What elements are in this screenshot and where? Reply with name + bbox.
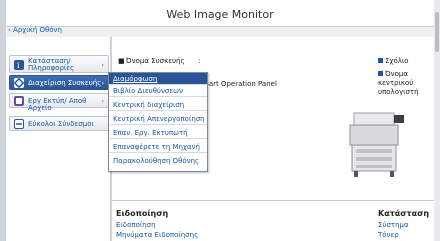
system-link[interactable]: Σύστημα [378, 221, 409, 229]
comment-label: Σχόλιο [385, 57, 409, 65]
app-title: Web Image Monitor [166, 8, 274, 21]
chevron-right-icon: › [101, 80, 104, 87]
sidebar-item-label: Διαχείριση Συσκευής [28, 79, 102, 87]
menu-item-reset-machine[interactable]: Επαναφέρετε τη Μηχανή [109, 141, 207, 153]
notification-title: Ειδοποίηση [116, 209, 169, 218]
menu-item-configuration[interactable]: Διαμόρφωση [109, 73, 207, 85]
device-management-icon [13, 77, 25, 89]
sidebar: i Κατάσταση/ Πληροφορίες › Διαχείριση Συ… [6, 37, 110, 241]
device-name-bullet: ■ [118, 57, 125, 65]
status-hostname: Όνομα κεντρικού υπολογιστή [378, 70, 432, 97]
smart-operation-panel-text: mart Operation Panel [202, 80, 277, 88]
notification-messages-link[interactable]: Μηνύματα Ειδοποίησης [116, 231, 198, 239]
browser-page: Web Image Monitor ‹ Αρχική Οθόνη i Κατάσ… [0, 0, 440, 241]
menu-item-central-power-off[interactable]: Κεντρική Απενεργοποίηση [109, 113, 207, 125]
hostname-label: Όνομα κεντρικού υπολογιστή [378, 70, 419, 96]
home-link[interactable]: ‹ Αρχική Οθόνη [8, 26, 62, 34]
status-comment: Σχόλιο [378, 57, 409, 65]
vertical-scrollbar[interactable] [434, 0, 440, 241]
sidebar-item-label: Κατάσταση/ Πληροφορίες [28, 57, 75, 72]
menu-item-screen-monitoring[interactable]: Παρακολούθηση Οθόνης [109, 155, 207, 167]
sidebar-item-device-management[interactable]: Διαχείριση Συσκευής › [9, 75, 109, 90]
bullet-icon [378, 58, 383, 63]
printer-image [349, 112, 404, 177]
sidebar-item-label: Εύκολοι Σύνδεσμοι [28, 120, 94, 128]
sidebar-item-label: Εργ Εκτύπ/ Αποθ Αρχείο [28, 97, 87, 112]
scrollbar-thumb[interactable] [435, 12, 439, 52]
notification-link[interactable]: Ειδοποίηση [116, 221, 156, 229]
links-icon [14, 119, 24, 129]
chevron-right-icon: › [101, 98, 104, 105]
sidebar-item-print-jobs[interactable]: Εργ Εκτύπ/ Αποθ Αρχείο › [9, 93, 109, 112]
menu-item-central-management[interactable]: Κεντρική διαχείριση [109, 99, 207, 111]
toner-link[interactable]: Τόνερ [378, 231, 399, 239]
menu-item-reset-printer-job[interactable]: Επαν. Εργ. Εκτυπωτή [109, 127, 207, 139]
section-divider [112, 200, 434, 201]
header-bar: Web Image Monitor [6, 0, 434, 26]
svg-text:i: i [17, 61, 20, 70]
print-job-icon [14, 96, 24, 106]
bullet-icon [378, 71, 383, 76]
info-icon: i [14, 60, 24, 70]
device-name-label: Όνομα Συσκευής [126, 57, 185, 65]
status-title: Κατάσταση [378, 209, 430, 218]
sidebar-item-easy-links[interactable]: Εύκολοι Σύνδεσμοι [9, 116, 109, 131]
device-management-dropdown: Διαμόρφωση Βιβλίο Διευθύνσεων Κεντρική δ… [108, 72, 208, 172]
sidebar-item-status-info[interactable]: i Κατάσταση/ Πληροφορίες › [9, 55, 109, 73]
menu-item-address-book[interactable]: Βιβλίο Διευθύνσεων [109, 85, 207, 97]
device-name-colon: : [198, 57, 201, 65]
chevron-right-icon: › [101, 62, 104, 69]
